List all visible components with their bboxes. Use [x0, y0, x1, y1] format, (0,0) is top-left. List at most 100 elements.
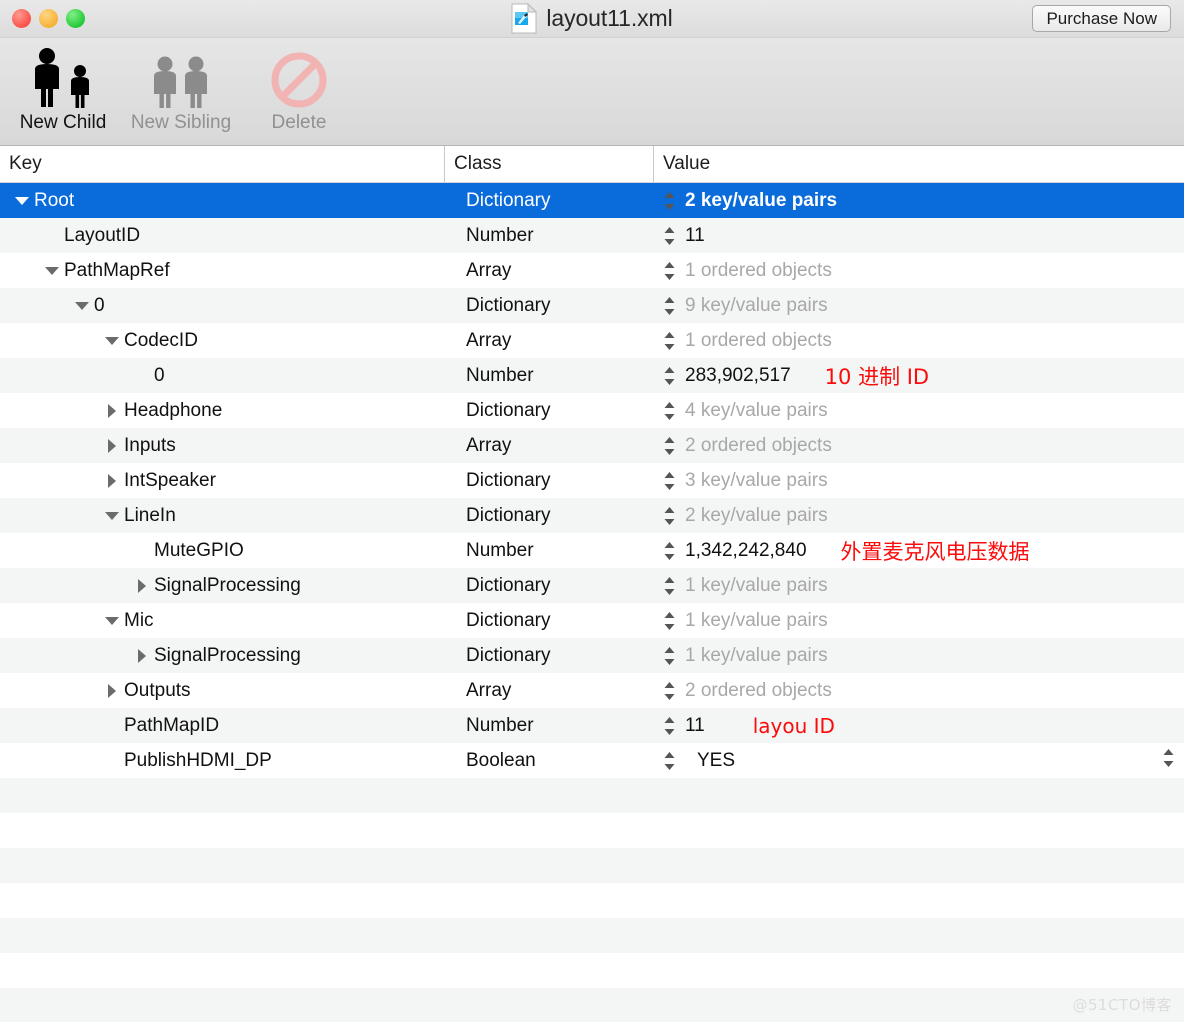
cell-key[interactable]: LayoutID — [0, 225, 444, 247]
table-row[interactable]: 0 Number 283,902,517 10 进制 ID — [0, 358, 1184, 393]
cell-class[interactable]: Dictionary — [444, 505, 653, 527]
value-stepper-icon[interactable] — [663, 575, 676, 597]
cell-key[interactable]: PathMapRef — [0, 260, 444, 282]
cell-value[interactable]: 2 key/value pairs — [653, 190, 1184, 212]
zoom-button[interactable] — [66, 9, 85, 28]
cell-class[interactable]: Boolean — [444, 750, 653, 772]
chevron-down-icon[interactable] — [104, 332, 121, 349]
value-stepper-icon[interactable] — [663, 715, 676, 737]
cell-key[interactable]: Headphone — [0, 400, 444, 422]
value-stepper-icon[interactable] — [663, 225, 676, 247]
table-row[interactable]: PathMapID Number 11 layou ID — [0, 708, 1184, 743]
column-header-class[interactable]: Class — [444, 146, 653, 182]
cell-class[interactable]: Dictionary — [444, 190, 653, 212]
cell-key[interactable]: Root — [0, 190, 444, 212]
cell-key[interactable]: SignalProcessing — [0, 575, 444, 597]
chevron-right-icon[interactable] — [104, 437, 121, 454]
boolean-value-stepper-icon[interactable] — [1162, 747, 1175, 775]
table-row[interactable]: LayoutID Number 11 — [0, 218, 1184, 253]
cell-key[interactable]: MuteGPIO — [0, 540, 444, 562]
cell-value[interactable]: 1 key/value pairs — [653, 575, 1184, 597]
cell-value[interactable]: 4 key/value pairs — [653, 400, 1184, 422]
table-row[interactable]: SignalProcessing Dictionary 1 key/value pa… — [0, 638, 1184, 673]
close-button[interactable] — [12, 9, 31, 28]
cell-key[interactable]: PublishHDMI_DP — [0, 750, 444, 772]
cell-key[interactable]: 0 — [0, 295, 444, 317]
value-stepper-icon[interactable] — [663, 540, 676, 562]
chevron-right-icon[interactable] — [104, 472, 121, 489]
value-stepper-icon[interactable] — [663, 365, 676, 387]
value-stepper-icon[interactable] — [663, 610, 676, 632]
table-row[interactable]: IntSpeaker Dictionary 3 key/value pairs — [0, 463, 1184, 498]
cell-value[interactable]: 283,902,517 10 进制 ID — [653, 361, 1184, 391]
cell-class[interactable]: Array — [444, 330, 653, 352]
value-stepper-icon[interactable] — [663, 190, 676, 212]
value-stepper-icon[interactable] — [663, 505, 676, 527]
chevron-down-icon[interactable] — [104, 612, 121, 629]
minimize-button[interactable] — [39, 9, 58, 28]
new-sibling-button[interactable]: New Sibling — [122, 38, 240, 134]
cell-class[interactable]: Dictionary — [444, 575, 653, 597]
table-row[interactable]: Headphone Dictionary 4 key/value pairs — [0, 393, 1184, 428]
chevron-right-icon[interactable] — [134, 647, 151, 664]
cell-class[interactable]: Number — [444, 365, 653, 387]
cell-key[interactable]: Mic — [0, 610, 444, 632]
cell-class[interactable]: Dictionary — [444, 295, 653, 317]
new-child-button[interactable]: New Child — [4, 38, 122, 134]
table-row[interactable]: Mic Dictionary 1 key/value pairs — [0, 603, 1184, 638]
table-row[interactable]: Outputs Array 2 ordered objects — [0, 673, 1184, 708]
cell-class[interactable]: Number — [444, 540, 653, 562]
value-stepper-icon[interactable] — [663, 260, 676, 282]
table-row[interactable]: PublishHDMI_DP Boolean YES — [0, 743, 1184, 778]
table-row[interactable]: LineIn Dictionary 2 key/value pairs — [0, 498, 1184, 533]
table-row[interactable]: SignalProcessing Dictionary 1 key/value pa… — [0, 568, 1184, 603]
cell-value[interactable]: 3 key/value pairs — [653, 470, 1184, 492]
cell-key[interactable]: IntSpeaker — [0, 470, 444, 492]
cell-key[interactable]: PathMapID — [0, 715, 444, 737]
cell-key[interactable]: Outputs — [0, 680, 444, 702]
chevron-down-icon[interactable] — [44, 262, 61, 279]
cell-class[interactable]: Array — [444, 680, 653, 702]
value-stepper-icon[interactable] — [663, 435, 676, 457]
value-stepper-icon[interactable] — [663, 330, 676, 352]
cell-key[interactable]: LineIn — [0, 505, 444, 527]
value-stepper-icon[interactable] — [663, 295, 676, 317]
cell-key[interactable]: 0 — [0, 365, 444, 387]
table-row[interactable]: MuteGPIO Number 1,342,242,840 外置麦克风电压数据 — [0, 533, 1184, 568]
cell-class[interactable]: Array — [444, 260, 653, 282]
cell-value[interactable]: YES — [653, 747, 1184, 775]
cell-value[interactable]: 1 key/value pairs — [653, 610, 1184, 632]
value-stepper-icon[interactable] — [663, 400, 676, 422]
table-row[interactable]: CodecID Array 1 ordered objects — [0, 323, 1184, 358]
cell-class[interactable]: Dictionary — [444, 470, 653, 492]
cell-class[interactable]: Dictionary — [444, 400, 653, 422]
cell-key[interactable]: CodecID — [0, 330, 444, 352]
cell-value[interactable]: 2 key/value pairs — [653, 505, 1184, 527]
table-row[interactable]: Inputs Array 2 ordered objects — [0, 428, 1184, 463]
chevron-right-icon[interactable] — [104, 402, 121, 419]
chevron-down-icon[interactable] — [14, 192, 31, 209]
chevron-right-icon[interactable] — [134, 577, 151, 594]
cell-value[interactable]: 2 ordered objects — [653, 435, 1184, 457]
cell-class[interactable]: Dictionary — [444, 645, 653, 667]
cell-class[interactable]: Array — [444, 435, 653, 457]
table-row[interactable]: PathMapRef Array 1 ordered objects — [0, 253, 1184, 288]
column-header-value[interactable]: Value — [653, 146, 1184, 182]
cell-value[interactable]: 11 — [653, 225, 1184, 247]
value-stepper-icon[interactable] — [663, 680, 676, 702]
cell-value[interactable]: 9 key/value pairs — [653, 295, 1184, 317]
cell-class[interactable]: Number — [444, 715, 653, 737]
value-stepper-icon[interactable] — [663, 645, 676, 667]
column-header-key[interactable]: Key — [0, 146, 444, 182]
cell-value[interactable]: 1 key/value pairs — [653, 645, 1184, 667]
cell-value[interactable]: 1,342,242,840 外置麦克风电压数据 — [653, 536, 1184, 566]
cell-class[interactable]: Number — [444, 225, 653, 247]
chevron-down-icon[interactable] — [104, 507, 121, 524]
cell-value[interactable]: 2 ordered objects — [653, 680, 1184, 702]
cell-key[interactable]: Inputs — [0, 435, 444, 457]
chevron-right-icon[interactable] — [104, 682, 121, 699]
table-row[interactable]: Root Dictionary 2 key/value pairs — [0, 183, 1184, 218]
cell-value[interactable]: 1 ordered objects — [653, 260, 1184, 282]
value-stepper-icon[interactable] — [663, 750, 676, 772]
value-stepper-icon[interactable] — [663, 470, 676, 492]
